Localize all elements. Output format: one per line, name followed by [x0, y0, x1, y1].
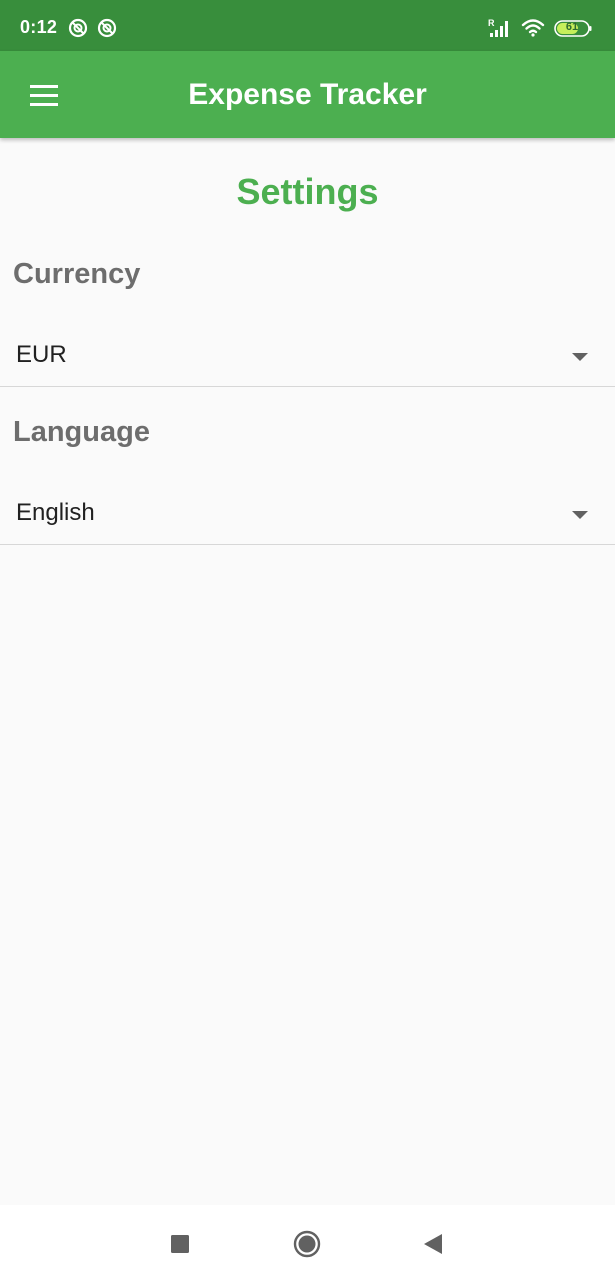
back-icon[interactable]: [419, 1230, 447, 1258]
battery-level: 61: [565, 21, 579, 33]
system-nav-bar: [0, 1205, 615, 1280]
currency-label: Currency: [13, 258, 141, 290]
home-icon[interactable]: [293, 1230, 321, 1258]
status-time: 0:12: [20, 17, 58, 37]
app-bar: Expense Tracker: [0, 51, 615, 138]
currency-value: EUR: [16, 341, 67, 368]
status-bar: 0:12 R 61: [0, 0, 615, 51]
recents-icon[interactable]: [166, 1230, 194, 1258]
do-not-disturb-icon: [97, 18, 117, 38]
currency-dropdown[interactable]: EUR: [0, 327, 615, 387]
page-title: Settings: [236, 171, 379, 212]
chevron-down-icon: [572, 511, 588, 519]
svg-text:R: R: [488, 18, 495, 28]
language-label: Language: [13, 416, 150, 448]
chevron-down-icon: [572, 353, 588, 361]
app-title: Expense Tracker: [188, 78, 427, 111]
battery-icon: 61: [554, 20, 592, 37]
wifi-icon: [521, 19, 545, 37]
do-not-disturb-icon: [68, 18, 88, 38]
language-value: English: [16, 499, 95, 526]
language-dropdown[interactable]: English: [0, 485, 615, 545]
signal-roaming-icon: R: [488, 18, 508, 37]
